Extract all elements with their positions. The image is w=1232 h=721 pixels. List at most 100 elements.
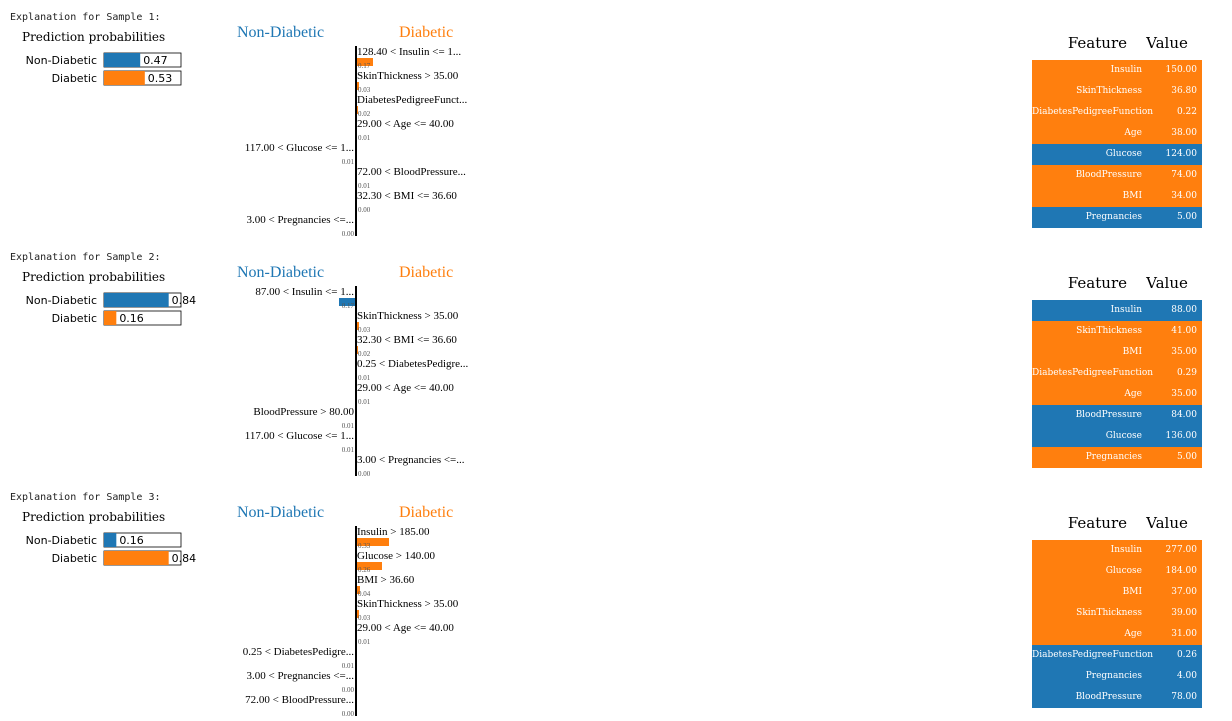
probability-bar [104, 53, 141, 67]
feature-label: Glucose > 140.00 [357, 550, 435, 562]
feature-label: DiabetesPedigreeFunct... [357, 94, 468, 106]
feature-label: BMI > 36.60 [357, 574, 415, 586]
feature-weights-chart: Non-Diabetic Diabetic Insulin > 185.00 0.33… [237, 504, 459, 718]
feature-weight-value: 0.03 [358, 326, 371, 334]
table-row: Glucose 136.00 [1032, 426, 1202, 447]
cell-feature: Insulin [1110, 65, 1142, 75]
table-header: Feature Value [1032, 28, 1202, 60]
probability-value: 0.16 [119, 534, 144, 547]
feature-weight-value: 0.17 [358, 62, 371, 70]
cell-value: 124.00 [1165, 149, 1198, 159]
cell-feature: DiabetesPedigreeFunction [1032, 368, 1154, 378]
cell-value: 184.00 [1165, 566, 1198, 576]
feature-label: 72.00 < BloodPressure... [245, 694, 354, 706]
cell-value: 38.00 [1171, 128, 1197, 138]
probability-label: Diabetic [52, 552, 97, 565]
table-row: BMI 37.00 [1032, 582, 1202, 603]
table-row: Pregnancies 5.00 [1032, 207, 1202, 228]
cell-feature: BMI [1122, 587, 1142, 597]
feature-weight-value: 0.17 [342, 302, 355, 310]
feature-weight-value: 0.00 [342, 686, 355, 694]
cell-value: 0.22 [1176, 107, 1197, 117]
feature-weight-value: 0.01 [358, 374, 371, 382]
cell-feature: BMI [1122, 191, 1142, 201]
cell-feature: Pregnancies [1085, 671, 1142, 681]
feature-label: BloodPressure > 80.00 [253, 406, 354, 418]
feature-label: 29.00 < Age <= 40.00 [357, 382, 454, 394]
cell-value: 277.00 [1165, 545, 1198, 555]
cell-value: 37.00 [1171, 587, 1197, 597]
feature-label: 3.00 < Pregnancies <=... [357, 454, 465, 466]
cell-feature: Glucose [1105, 149, 1142, 159]
cell-feature: Glucose [1105, 431, 1142, 441]
feature-weights-chart: Non-Diabetic Diabetic 87.00 < Insulin <= 1… [237, 264, 469, 478]
table-row: BMI 35.00 [1032, 342, 1202, 363]
feature-value-table: Feature Value Insulin 150.00 SkinThickness 36… [1032, 28, 1202, 228]
feature-weight-value: 0.02 [358, 350, 371, 358]
cell-value: 0.26 [1176, 650, 1197, 660]
class-label-left: Non-Diabetic [237, 504, 324, 521]
feature-label: SkinThickness > 35.00 [357, 598, 459, 610]
feature-weight-value: 0.01 [358, 398, 371, 406]
cell-feature: BloodPressure [1075, 170, 1142, 180]
feature-weight-value: 0.01 [342, 422, 355, 430]
table-header: Feature Value [1032, 268, 1202, 300]
cell-value: 41.00 [1171, 326, 1197, 336]
probabilities-title: Prediction probabilities [22, 270, 166, 284]
sample-section-1: Explanation for Sample 1: Prediction prob… [0, 0, 1232, 240]
cell-value: 74.00 [1171, 170, 1197, 180]
probability-label: Non-Diabetic [26, 294, 97, 307]
cell-value: 5.00 [1176, 452, 1197, 462]
sample-heading: Explanation for Sample 1: [10, 12, 161, 23]
table-row: DiabetesPedigreeFunction 0.26 [1032, 645, 1202, 666]
cell-value: 5.00 [1176, 212, 1197, 222]
cell-feature: SkinThickness [1076, 326, 1142, 336]
feature-weight-value: 0.03 [358, 614, 371, 622]
cell-feature: Glucose [1105, 566, 1142, 576]
sample-section-3: Explanation for Sample 3: Prediction prob… [0, 480, 1232, 720]
cell-feature: Insulin [1110, 305, 1142, 315]
cell-feature: DiabetesPedigreeFunction [1032, 650, 1154, 660]
cell-value: 36.80 [1171, 86, 1197, 96]
feature-weight-value: 0.00 [358, 206, 371, 214]
feature-label: 3.00 < Pregnancies <=... [246, 670, 354, 682]
feature-weight-value: 0.01 [342, 158, 355, 166]
feature-label: 32.30 < BMI <= 36.60 [357, 334, 457, 346]
feature-weight-value: 0.04 [358, 590, 371, 598]
cell-value: 34.00 [1171, 191, 1197, 201]
cell-feature: BloodPressure [1075, 410, 1142, 420]
feature-weight-value: 0.00 [342, 710, 355, 718]
probability-value: 0.84 [172, 552, 197, 565]
table-row: SkinThickness 39.00 [1032, 603, 1202, 624]
cell-value: 39.00 [1171, 608, 1197, 618]
header-value: Value [1146, 514, 1188, 532]
table-row: Age 38.00 [1032, 123, 1202, 144]
table-row: Insulin 277.00 [1032, 540, 1202, 561]
probability-bar [104, 551, 169, 565]
cell-feature: SkinThickness [1076, 86, 1142, 96]
sample-section-2: Explanation for Sample 2: Prediction prob… [0, 240, 1232, 480]
cell-feature: SkinThickness [1076, 608, 1142, 618]
cell-value: 150.00 [1165, 65, 1198, 75]
cell-feature: Age [1124, 629, 1142, 639]
feature-weight-value: 0.02 [358, 110, 371, 118]
probabilities-chart: Non-Diabetic 0.47 Diabetic 0.53 [26, 52, 182, 86]
feature-weight-value: 0.00 [342, 230, 355, 238]
probabilities-chart: Non-Diabetic 0.84 Diabetic 0.16 [26, 292, 196, 326]
table-row: BloodPressure 78.00 [1032, 687, 1202, 708]
table-row: Age 35.00 [1032, 384, 1202, 405]
feature-label: 72.00 < BloodPressure... [357, 166, 466, 178]
table-row: Insulin 150.00 [1032, 60, 1202, 81]
feature-label: 32.30 < BMI <= 36.60 [357, 190, 457, 202]
class-label-right: Diabetic [399, 264, 453, 281]
probability-bar [104, 311, 117, 325]
table-row: DiabetesPedigreeFunction 0.29 [1032, 363, 1202, 384]
table-row: SkinThickness 36.80 [1032, 81, 1202, 102]
probabilities-chart: Non-Diabetic 0.16 Diabetic 0.84 [26, 532, 197, 566]
feature-label: 3.00 < Pregnancies <=... [246, 214, 354, 226]
cell-feature: Age [1124, 128, 1142, 138]
cell-value: 136.00 [1165, 431, 1198, 441]
table-row: Pregnancies 4.00 [1032, 666, 1202, 687]
table-row: BloodPressure 74.00 [1032, 165, 1202, 186]
feature-weight-value: 0.01 [358, 134, 371, 142]
